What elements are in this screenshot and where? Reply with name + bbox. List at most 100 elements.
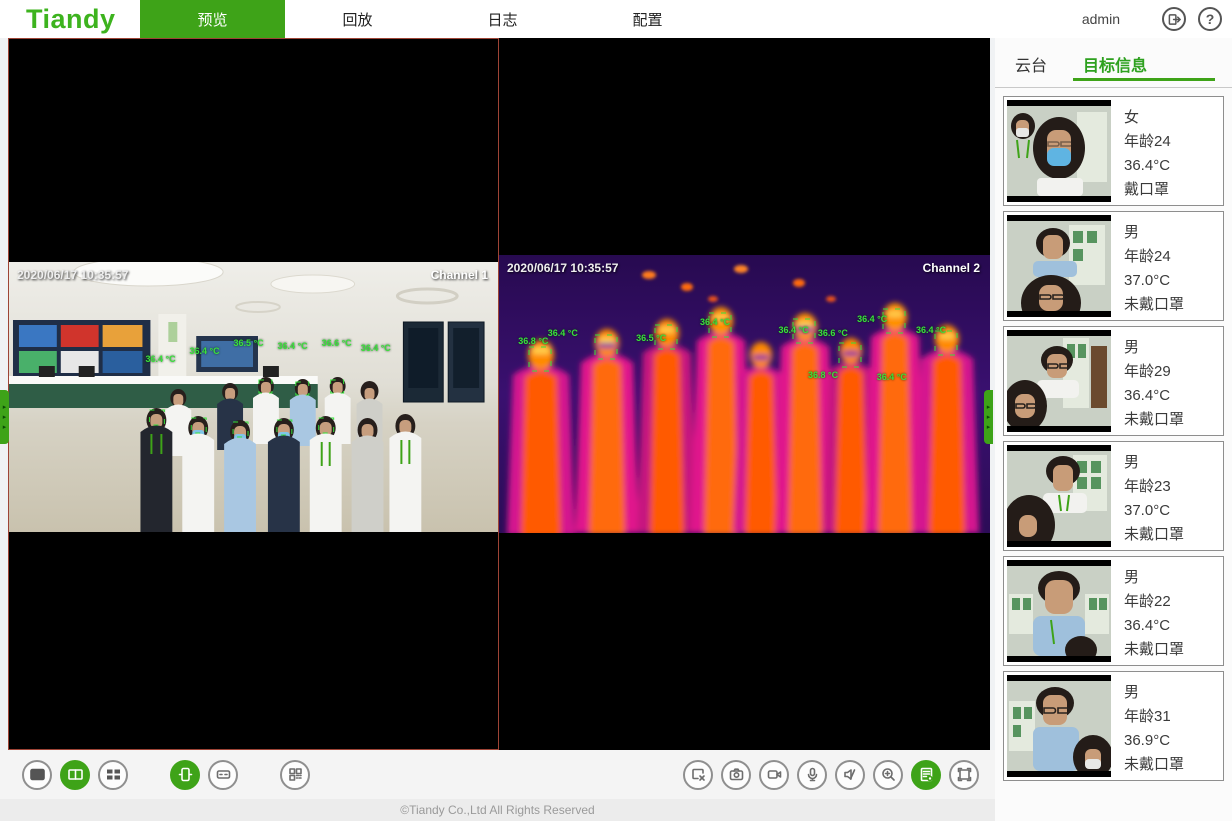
target-attributes: 男 年龄22 36.4°C 未戴口罩 bbox=[1111, 560, 1184, 662]
channel-1-label: Channel 1 bbox=[431, 268, 488, 282]
right-panel-collapse-handle[interactable]: ▸▸▸ bbox=[984, 390, 993, 444]
target-age: 年龄23 bbox=[1124, 475, 1184, 499]
temperature-annotation: 36.4 °C bbox=[877, 372, 907, 382]
tab-config[interactable]: 配置 bbox=[575, 0, 720, 38]
record-icon[interactable] bbox=[759, 760, 789, 790]
temperature-annotation: 36.4 °C bbox=[548, 328, 578, 338]
target-mask-status: 未戴口罩 bbox=[1124, 638, 1184, 662]
temperature-annotation: 36.4 °C bbox=[916, 325, 946, 335]
video-cell-channel-1[interactable]: 2020/06/17 10:35:57 Channel 1 36.4 °C 36.… bbox=[8, 38, 499, 750]
temperature-annotation: 36.8 °C bbox=[518, 336, 548, 346]
top-header: Tiandy 预览 回放 日志 配置 admin ? bbox=[0, 0, 1232, 38]
target-mask-status: 未戴口罩 bbox=[1124, 753, 1184, 777]
region-frame-icon[interactable] bbox=[949, 760, 979, 790]
target-card[interactable]: 男 年龄22 36.4°C 未戴口罩 bbox=[1003, 556, 1224, 666]
face-thumbnail bbox=[1007, 560, 1111, 662]
microphone-icon[interactable] bbox=[797, 760, 827, 790]
face-thumbnail bbox=[1007, 675, 1111, 777]
target-age: 年龄31 bbox=[1124, 705, 1184, 729]
temperature-annotation: 36.4 °C bbox=[700, 317, 730, 327]
digital-zoom-icon[interactable] bbox=[873, 760, 903, 790]
app-window: Tiandy 预览 回放 日志 配置 admin ? bbox=[0, 0, 1232, 821]
target-temperature: 37.0°C bbox=[1124, 499, 1184, 523]
multi-screen-icon[interactable] bbox=[280, 760, 310, 790]
channel-2-timestamp: 2020/06/17 10:35:57 bbox=[507, 261, 618, 275]
channel-2-scene bbox=[499, 255, 990, 533]
logout-icon[interactable] bbox=[1162, 7, 1186, 31]
tab-log[interactable]: 日志 bbox=[430, 0, 575, 38]
help-icon[interactable]: ? bbox=[1198, 7, 1222, 31]
tiandy-logo: Tiandy bbox=[26, 4, 116, 35]
target-gender: 男 bbox=[1124, 451, 1184, 475]
logged-in-user: admin bbox=[1082, 0, 1120, 38]
mute-icon[interactable] bbox=[835, 760, 865, 790]
temperature-annotation: 36.6 °C bbox=[322, 338, 352, 348]
sidebar-tabs: 云台 目标信息 bbox=[995, 38, 1232, 88]
channel-1-video: 2020/06/17 10:35:57 Channel 1 36.4 °C 36.… bbox=[9, 262, 498, 532]
target-card[interactable]: 男 年龄24 37.0°C 未戴口罩 bbox=[1003, 211, 1224, 321]
snapshot-icon[interactable] bbox=[721, 760, 751, 790]
channel-2-label: Channel 2 bbox=[923, 261, 980, 275]
target-card[interactable]: 男 年龄23 37.0°C 未戴口罩 bbox=[1003, 441, 1224, 551]
target-temperature: 36.4°C bbox=[1124, 154, 1171, 178]
target-temperature: 36.4°C bbox=[1124, 614, 1184, 638]
target-card[interactable]: 女 年龄24 36.4°C 戴口罩 bbox=[1003, 96, 1224, 206]
temperature-annotation: 36.6 °C bbox=[818, 328, 848, 338]
target-gender: 男 bbox=[1124, 221, 1184, 245]
target-attributes: 男 年龄31 36.9°C 未戴口罩 bbox=[1111, 675, 1184, 777]
target-gender: 男 bbox=[1124, 336, 1184, 360]
target-info-toggle-icon[interactable] bbox=[911, 760, 941, 790]
target-age: 年龄24 bbox=[1124, 245, 1184, 269]
sidebar-tab-ptz[interactable]: 云台 bbox=[1015, 52, 1047, 76]
channel-1-timestamp: 2020/06/17 10:35:57 bbox=[17, 268, 128, 282]
temperature-annotation: 36.4 °C bbox=[190, 346, 220, 356]
target-mask-status: 未戴口罩 bbox=[1124, 523, 1184, 547]
target-temperature: 36.4°C bbox=[1124, 384, 1184, 408]
temperature-annotation: 36.4 °C bbox=[361, 343, 391, 353]
video-cell-channel-2[interactable]: 2020/06/17 10:35:57 Channel 2 36.8 °C36.… bbox=[499, 38, 990, 750]
target-card[interactable]: 男 年龄29 36.4°C 未戴口罩 bbox=[1003, 326, 1224, 436]
target-attributes: 女 年龄24 36.4°C 戴口罩 bbox=[1111, 100, 1171, 202]
target-gender: 女 bbox=[1124, 106, 1171, 130]
temperature-annotation: 36.4 °C bbox=[146, 354, 176, 364]
left-panel-expand-handle[interactable]: ▸▸▸ bbox=[0, 390, 9, 444]
channel-2-video: 2020/06/17 10:35:57 Channel 2 36.8 °C36.… bbox=[499, 255, 990, 533]
temperature-annotation: 36.4 °C bbox=[278, 341, 308, 351]
sidebar-tab-target-info[interactable]: 目标信息 bbox=[1083, 52, 1147, 76]
target-age: 年龄22 bbox=[1124, 590, 1184, 614]
temperature-annotation: 36.5 °C bbox=[234, 338, 264, 348]
active-tab-underline bbox=[1073, 78, 1215, 81]
temperature-annotation: 36.4 °C bbox=[779, 325, 809, 335]
target-attributes: 男 年龄23 37.0°C 未戴口罩 bbox=[1111, 445, 1184, 547]
face-thumbnail bbox=[1007, 330, 1111, 432]
target-attributes: 男 年龄24 37.0°C 未戴口罩 bbox=[1111, 215, 1184, 317]
layout-controls bbox=[22, 760, 310, 790]
preview-toolbar bbox=[0, 750, 995, 799]
target-temperature: 36.9°C bbox=[1124, 729, 1184, 753]
preview-region: 2020/06/17 10:35:57 Channel 1 36.4 °C36.… bbox=[0, 38, 995, 821]
scale-stretch-icon[interactable] bbox=[208, 760, 238, 790]
temperature-annotation: 36.8 °C bbox=[808, 370, 838, 380]
face-thumbnail bbox=[1007, 215, 1111, 317]
sidebar-divider bbox=[995, 87, 1232, 88]
layout-four-split-icon[interactable] bbox=[98, 760, 128, 790]
close-all-streams-icon[interactable] bbox=[683, 760, 713, 790]
channel-1-scene bbox=[9, 262, 498, 532]
tab-playback[interactable]: 回放 bbox=[285, 0, 430, 38]
layout-two-split-icon[interactable] bbox=[60, 760, 90, 790]
footer-bar: ©Tiandy Co.,Ltd All Rights Reserved bbox=[0, 799, 995, 821]
temperature-annotation: 36.5 °C bbox=[636, 333, 666, 343]
target-age: 年龄24 bbox=[1124, 130, 1171, 154]
target-mask-status: 未戴口罩 bbox=[1124, 293, 1184, 317]
target-attributes: 男 年龄29 36.4°C 未戴口罩 bbox=[1111, 330, 1184, 432]
copyright-text: ©Tiandy Co.,Ltd All Rights Reserved bbox=[400, 803, 594, 817]
layout-single-icon[interactable] bbox=[22, 760, 52, 790]
target-gender: 男 bbox=[1124, 681, 1184, 705]
scale-original-icon[interactable] bbox=[170, 760, 200, 790]
temperature-annotation: 36.4 °C bbox=[857, 314, 887, 324]
stream-controls bbox=[683, 760, 979, 790]
video-grid: 2020/06/17 10:35:57 Channel 1 36.4 °C36.… bbox=[8, 38, 990, 750]
face-thumbnail bbox=[1007, 100, 1111, 202]
tab-preview[interactable]: 预览 bbox=[140, 0, 285, 38]
target-card[interactable]: 男 年龄31 36.9°C 未戴口罩 bbox=[1003, 671, 1224, 781]
